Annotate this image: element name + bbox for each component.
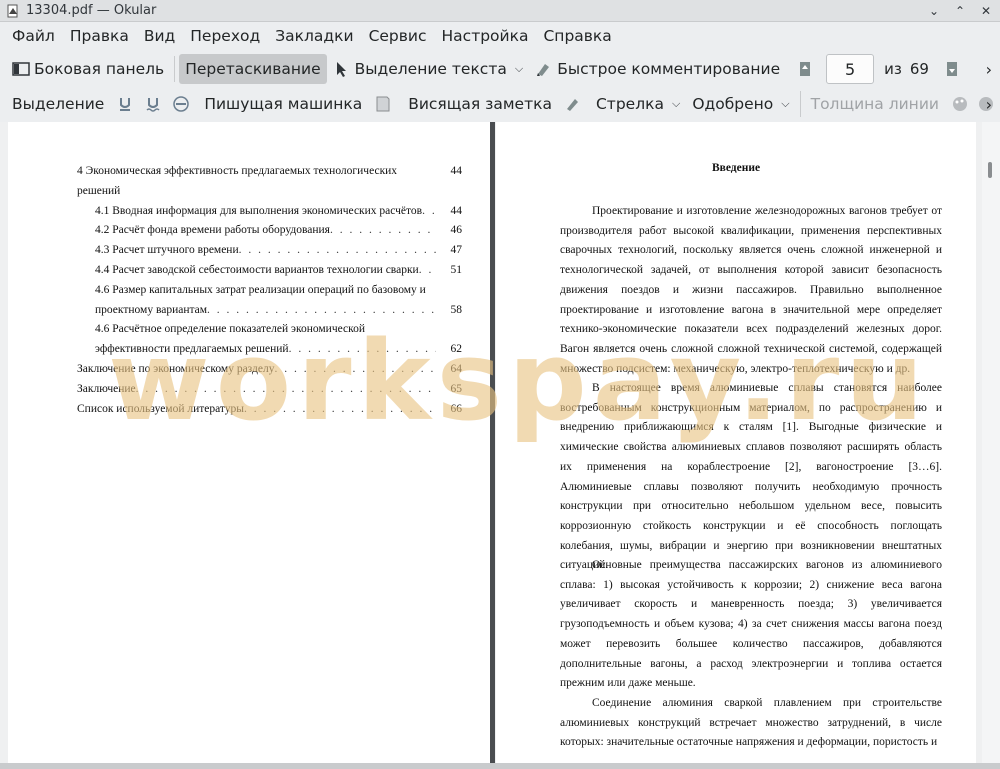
toolbar-overflow-icon[interactable]: › [986, 95, 992, 114]
highlight-tool-label: Выделение [12, 95, 105, 113]
toc-entry[interactable]: решений [77, 181, 462, 201]
sidebar-button[interactable]: Боковая панель [6, 54, 170, 84]
page-total-label: 69 [909, 60, 929, 78]
menu-file[interactable]: Файл [6, 27, 61, 45]
menu-settings[interactable]: Настройка [436, 27, 535, 45]
paragraph: В настоящее время алюминиевые сплавы ста… [560, 382, 942, 572]
toc-entry[interactable]: 4.3 Расчет штучного времени47 [95, 240, 462, 260]
toc-entry[interactable]: 4.6 Размер капитальных затрат реализации… [95, 280, 462, 300]
toc-entry[interactable]: 4.1 Вводная информация для выполнения эк… [95, 201, 462, 221]
toc-entry[interactable]: 4.2 Расчёт фонда времени работы оборудов… [95, 220, 462, 240]
page-number-input[interactable] [826, 54, 875, 84]
sidebar-icon [12, 62, 30, 76]
minimize-button[interactable]: ⌄ [928, 3, 940, 19]
toc-entry[interactable]: Заключение по экономическому разделу64 [77, 359, 462, 379]
previous-page-icon[interactable] [796, 60, 814, 78]
color-icon[interactable] [951, 95, 969, 113]
menu-view[interactable]: Вид [138, 27, 181, 45]
highlighter-icon [537, 64, 550, 76]
line-width-button[interactable]: Толщина линии [805, 89, 945, 119]
maximize-button[interactable]: ⌃ [954, 3, 966, 19]
stamp-tool-label: Одобрено [692, 95, 774, 113]
squiggly-icon[interactable] [144, 95, 162, 113]
highlight-tool-button[interactable]: Выделение [6, 89, 110, 119]
pen-icon[interactable] [564, 95, 582, 113]
text-select-label: Выделение текста [354, 60, 507, 78]
toc-entry[interactable]: 4 Экономическая эффективность предлагаем… [77, 161, 462, 181]
quick-annotation-label: Быстрое комментирование [557, 60, 781, 78]
window-title: 13304.pdf — Okular [26, 3, 157, 18]
menu-bookmarks[interactable]: Закладки [269, 27, 359, 45]
paragraph: Основные преимущества пассажирских вагон… [560, 559, 942, 690]
page-heading: Введение [711, 162, 761, 174]
toc-entry[interactable]: Заключение65 [77, 379, 462, 399]
next-page-icon[interactable] [943, 60, 961, 78]
menu-help[interactable]: Справка [537, 27, 617, 45]
sidebar-label: Боковая панель [34, 60, 165, 78]
typewriter-label: Пишущая машинка [204, 95, 363, 113]
chevron-down-icon[interactable]: ⌵ [515, 62, 523, 76]
cursor-icon [336, 62, 346, 77]
toc-entry[interactable]: эффективности предлагаемых решений62 [95, 339, 462, 359]
arrow-tool-label: Стрелка [595, 95, 664, 113]
close-button[interactable]: ✕ [980, 3, 992, 19]
title-bar: 13304.pdf — Okular ⌄ ⌃ ✕ [0, 0, 1000, 22]
paragraph: Соединение алюминия сваркой плавлением п… [560, 697, 942, 749]
document-viewport[interactable]: 4 Экономическая эффективность предлагаем… [0, 122, 1000, 769]
text-select-tool-button[interactable]: Выделение текста ⌵ [327, 54, 530, 84]
horizontal-scrollbar[interactable] [0, 763, 1000, 769]
inline-note-tool-button[interactable]: Висящая заметка [402, 89, 558, 119]
toc-entry[interactable]: 4.6 Расчётное определение показателей эк… [95, 319, 462, 339]
toolbar-overflow-icon[interactable]: › [986, 60, 992, 79]
vertical-scrollbar[interactable] [982, 122, 1000, 769]
pdf-page-right: Введение Проектирование и изготовление ж… [496, 122, 976, 769]
typewriter-tool-button[interactable]: Пишущая машинка [198, 89, 368, 119]
menu-go[interactable]: Переход [184, 27, 266, 45]
menu-tools[interactable]: Сервис [363, 27, 433, 45]
quick-annotation-button[interactable]: Быстрое комментирование [529, 54, 786, 84]
scrollbar-thumb[interactable] [988, 162, 992, 178]
toc-entry[interactable]: Список используемой литературы66 [77, 399, 462, 419]
browse-tool-label: Перетаскивание [185, 60, 321, 78]
line-width-label: Толщина линии [810, 95, 939, 113]
menu-bar: Файл Правка Вид Переход Закладки Сервис … [0, 22, 1000, 50]
chevron-down-icon[interactable]: ⌵ [781, 97, 789, 111]
menu-edit[interactable]: Правка [64, 27, 135, 45]
page-of-label: из [884, 60, 902, 78]
main-toolbar: Боковая панель Перетаскивание Выделение … [0, 52, 1000, 86]
strikeout-icon[interactable] [172, 95, 190, 113]
toc-entry[interactable]: 4.4 Расчет заводской себестоимости вариа… [95, 260, 462, 280]
arrow-tool-button[interactable]: Стрелка ⌵ [590, 89, 686, 119]
annotation-toolbar: Выделение Пишущая машинка Висящая заметк… [0, 87, 1000, 121]
chevron-down-icon[interactable]: ⌵ [672, 97, 680, 111]
toc-entry[interactable]: проектному вариантам58 [95, 300, 462, 320]
pdf-page-left: 4 Экономическая эффективность предлагаем… [8, 122, 490, 769]
page-divider [490, 122, 495, 769]
paragraph: Проектирование и изготовление железнодор… [560, 205, 942, 375]
toolbar-separator [174, 56, 176, 82]
toolbar-separator [799, 91, 801, 117]
note-icon[interactable] [374, 95, 392, 113]
stamp-tool-button[interactable]: Одобрено ⌵ [686, 89, 795, 119]
browse-tool-button[interactable]: Перетаскивание [179, 54, 327, 84]
okular-app-icon [7, 4, 18, 17]
underline-icon[interactable] [116, 95, 134, 113]
inline-note-label: Висящая заметка [408, 95, 552, 113]
